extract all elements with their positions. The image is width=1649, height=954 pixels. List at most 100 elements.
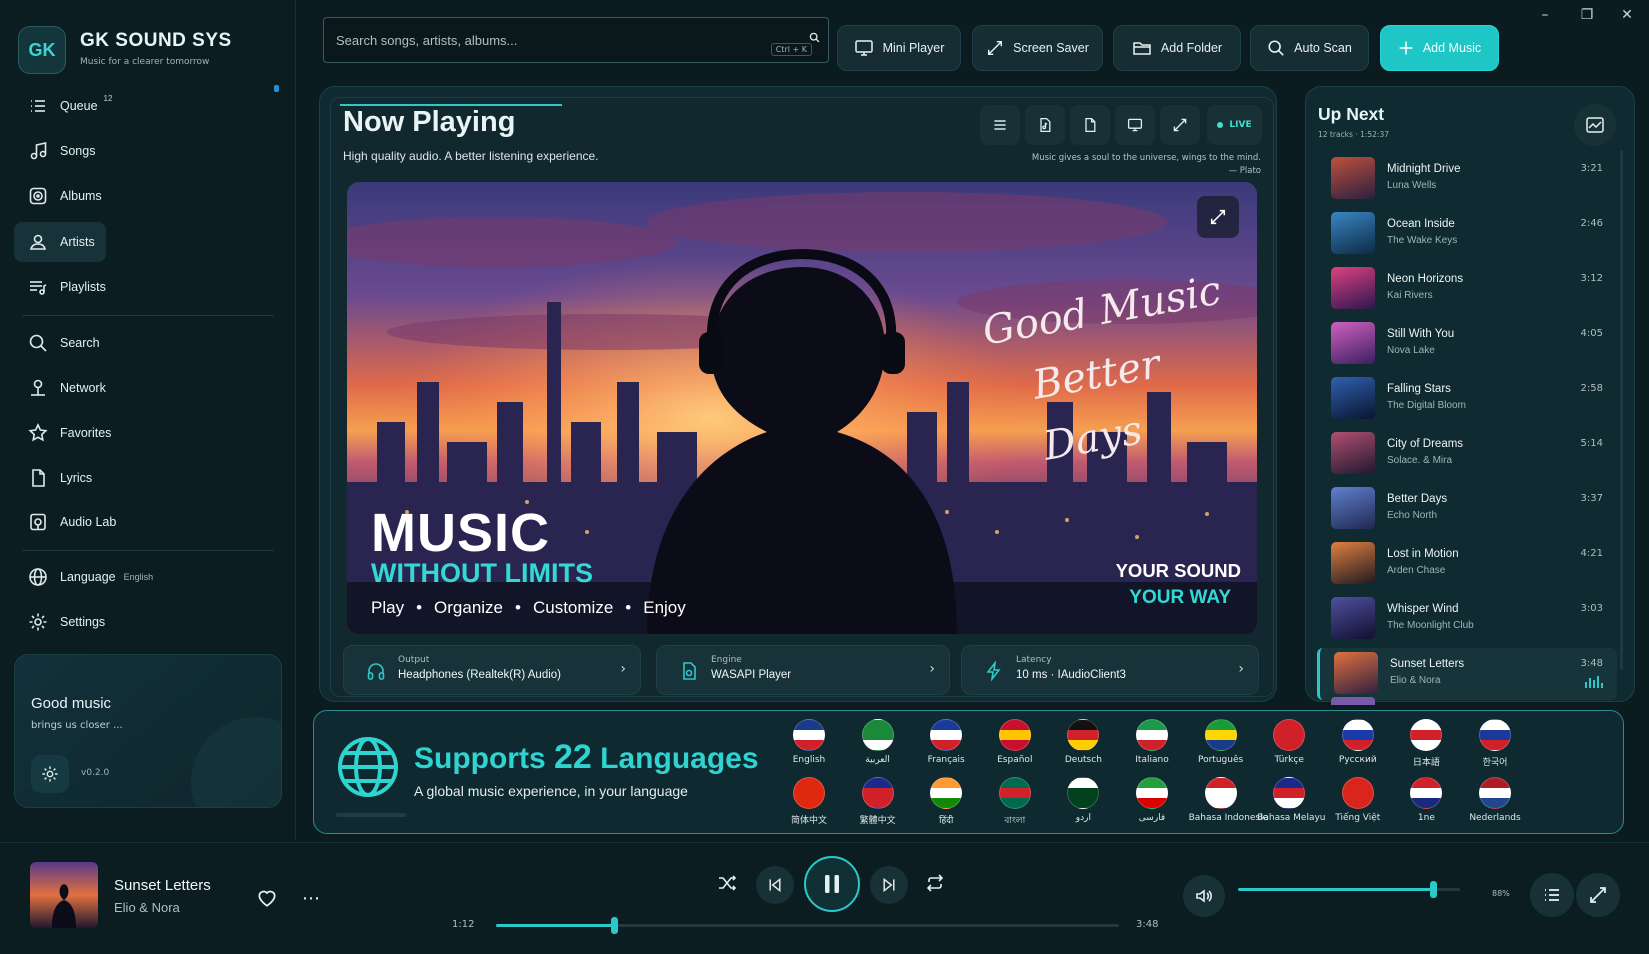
favorite-button[interactable]	[254, 885, 280, 911]
sidebar-item-albums[interactable]: Albums	[14, 176, 286, 216]
up-next-track[interactable]: Better Days Echo North 3:37	[1317, 483, 1617, 535]
spain-flag-icon	[998, 719, 1031, 751]
latency-card[interactable]: Latency 10 ms · IAudioClient3 ›	[961, 645, 1259, 695]
queue-button[interactable]	[1530, 873, 1574, 917]
sidebar-item-label: Language	[60, 570, 116, 584]
up-next-track[interactable]: Neon Horizons Kai Rivers 3:12	[1317, 263, 1617, 315]
language-option[interactable]: Nederlands	[1463, 777, 1527, 823]
list-view-button[interactable]	[980, 105, 1020, 145]
up-next-track[interactable]: Whisper Wind The Moonlight Club 3:03	[1317, 593, 1617, 645]
language-option[interactable]: اردو	[1051, 777, 1115, 823]
seek-bar-handle[interactable]	[611, 917, 619, 934]
sidebar-item-language[interactable]: Language English	[14, 557, 286, 597]
language-option[interactable]: فارسی	[1120, 777, 1184, 823]
volume-percent: 88%	[1492, 889, 1510, 898]
language-name: Português	[1197, 755, 1244, 765]
search-icon	[1268, 40, 1284, 56]
fullscreen-button[interactable]	[1160, 105, 1200, 145]
sidebar-item-favorites[interactable]: Favorites	[14, 413, 286, 453]
up-next-track[interactable]: Still With You Nova Lake 4:05	[1317, 318, 1617, 370]
language-option[interactable]: Deutsch	[1051, 719, 1115, 765]
volume-button[interactable]	[1183, 875, 1225, 917]
sidebar-item-queue[interactable]: Queue 12	[14, 86, 286, 126]
language-option[interactable]: Português	[1189, 719, 1253, 765]
hero-expand-button[interactable]	[1197, 196, 1239, 238]
repeat-button[interactable]	[922, 870, 948, 896]
previous-button[interactable]	[756, 866, 794, 904]
sidebar-item-network[interactable]: Network	[14, 368, 286, 408]
language-name: العربية	[865, 755, 890, 765]
pause-button[interactable]	[804, 856, 860, 912]
sidebar-item-playlists[interactable]: Playlists	[14, 267, 286, 307]
file-music-button[interactable]	[1025, 105, 1065, 145]
sidebar-item-audio-lab[interactable]: Audio Lab	[14, 502, 286, 542]
language-option[interactable]: Español	[983, 719, 1047, 765]
promo-settings-button[interactable]	[31, 755, 69, 793]
up-next-track[interactable]: Falling Stars The Digital Bloom 2:58	[1317, 373, 1617, 425]
up-next-stats-button[interactable]	[1574, 104, 1616, 146]
language-option[interactable]: বাংলা	[983, 777, 1047, 828]
language-option[interactable]: 日本語	[1394, 719, 1458, 768]
add-music-button[interactable]: Add Music	[1380, 25, 1499, 71]
language-name: Español	[997, 755, 1033, 765]
volume-slider-handle[interactable]	[1430, 881, 1438, 898]
language-option[interactable]: Italiano	[1120, 719, 1184, 765]
auto-scan-button[interactable]: Auto Scan	[1250, 25, 1369, 71]
minimize-icon[interactable]: –	[1530, 4, 1560, 26]
live-badge[interactable]: LIVE	[1207, 105, 1262, 145]
restore-icon[interactable]: ❐	[1572, 4, 1602, 26]
promo-decoration	[191, 717, 281, 807]
sidebar-item-lyrics[interactable]: Lyrics	[14, 458, 286, 498]
more-options-button[interactable]: ⋯	[298, 885, 324, 911]
language-option[interactable]: 简体中文	[777, 777, 841, 826]
engine-card[interactable]: Engine WASAPI Player ›	[656, 645, 950, 695]
language-option[interactable]: English	[777, 719, 841, 765]
up-next-track[interactable]: Ocean Inside The Wake Keys 2:46	[1317, 208, 1617, 260]
sidebar-item-label: Songs	[60, 144, 96, 158]
language-option[interactable]: Tiếng Việt	[1326, 777, 1390, 823]
shuffle-button[interactable]	[714, 870, 740, 896]
output-card[interactable]: Output Headphones (Realtek(R) Audio) ›	[343, 645, 641, 695]
up-next-track[interactable]: City of Dreams Solace. & Mira 5:14	[1317, 428, 1617, 480]
language-name: Tiếng Việt	[1335, 813, 1381, 823]
document-button[interactable]	[1070, 105, 1110, 145]
sidebar-item-label: Lyrics	[60, 471, 93, 485]
expand-player-button[interactable]	[1576, 873, 1620, 917]
mini-player-button[interactable]: Mini Player	[837, 25, 961, 71]
language-option[interactable]: 繁體中文	[846, 777, 910, 826]
screen-saver-button[interactable]: Screen Saver	[972, 25, 1103, 71]
thailand-flag-icon	[1410, 777, 1443, 809]
track-title: City of Dreams	[1387, 438, 1464, 450]
language-option[interactable]: 1ne	[1394, 777, 1458, 823]
up-next-scrollbar[interactable]	[1620, 150, 1623, 670]
next-button[interactable]	[870, 866, 908, 904]
sidebar-item-artists[interactable]: Artists	[14, 222, 106, 262]
language-option[interactable]: हिंदी	[914, 777, 978, 826]
language-name: 繁體中文	[859, 816, 896, 826]
track-duration: 2:58	[1580, 383, 1603, 394]
language-option[interactable]: 한국어	[1463, 719, 1527, 768]
seek-bar[interactable]	[496, 917, 1119, 934]
language-option[interactable]: العربية	[846, 719, 910, 765]
language-option[interactable]: Русский	[1326, 719, 1390, 765]
up-next-track[interactable]: Midnight Drive Luna Wells 3:21	[1317, 153, 1617, 205]
up-next-track[interactable]: Sunset Letters Elio & Nora 3:48	[1317, 648, 1617, 700]
sidebar-item-settings[interactable]: Settings	[14, 602, 286, 642]
up-next-track[interactable]: Lost in Motion Arden Chase 4:21	[1317, 538, 1617, 590]
sidebar-item-search[interactable]: Search	[14, 323, 286, 363]
malaysia-flag-icon	[1273, 777, 1306, 809]
hero-separator-dot: •	[515, 598, 521, 617]
sidebar-item-songs[interactable]: Songs	[14, 131, 286, 171]
close-icon[interactable]: ✕	[1612, 4, 1642, 26]
display-button[interactable]	[1115, 105, 1155, 145]
language-option[interactable]: Türkçe	[1257, 719, 1321, 765]
language-option[interactable]: Bahasa Melayu	[1257, 777, 1326, 823]
add-folder-button[interactable]: Add Folder	[1113, 25, 1241, 71]
search-icon	[29, 334, 47, 352]
language-option[interactable]: Bahasa Indonesie	[1189, 777, 1268, 823]
search-icon[interactable]	[809, 32, 820, 43]
language-option[interactable]: Français	[914, 719, 978, 765]
search-input[interactable]	[336, 28, 756, 52]
taiwan-flag-icon	[861, 777, 894, 809]
volume-slider[interactable]	[1238, 881, 1460, 898]
